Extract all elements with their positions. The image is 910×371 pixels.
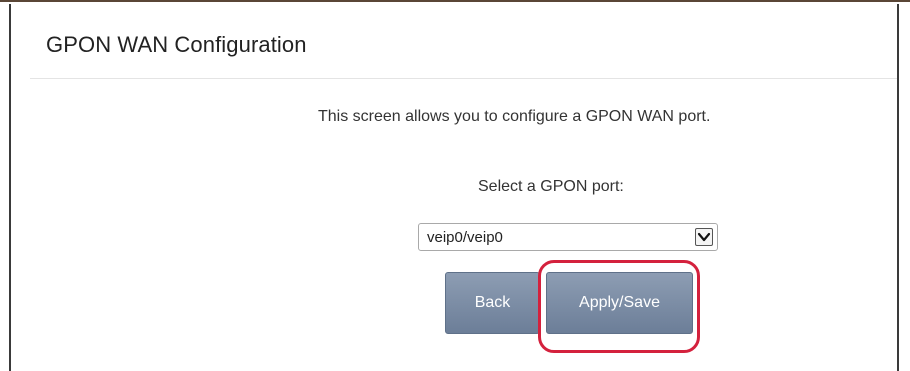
back-button[interactable]: Back [445,272,540,334]
right-border [897,4,899,371]
apply-save-button[interactable]: Apply/Save [546,272,693,334]
chevron-down-icon[interactable] [695,228,713,246]
config-panel: GPON WAN Configuration This screen allow… [0,0,910,371]
page-description: This screen allows you to configure a GP… [318,108,711,125]
left-border [9,4,11,371]
gpon-port-selected-value: veip0/veip0 [427,229,503,246]
page-title: GPON WAN Configuration [46,32,307,57]
gpon-port-select[interactable]: veip0/veip0 [418,223,718,251]
title-divider [30,78,897,79]
port-select-label: Select a GPON port: [478,178,624,195]
